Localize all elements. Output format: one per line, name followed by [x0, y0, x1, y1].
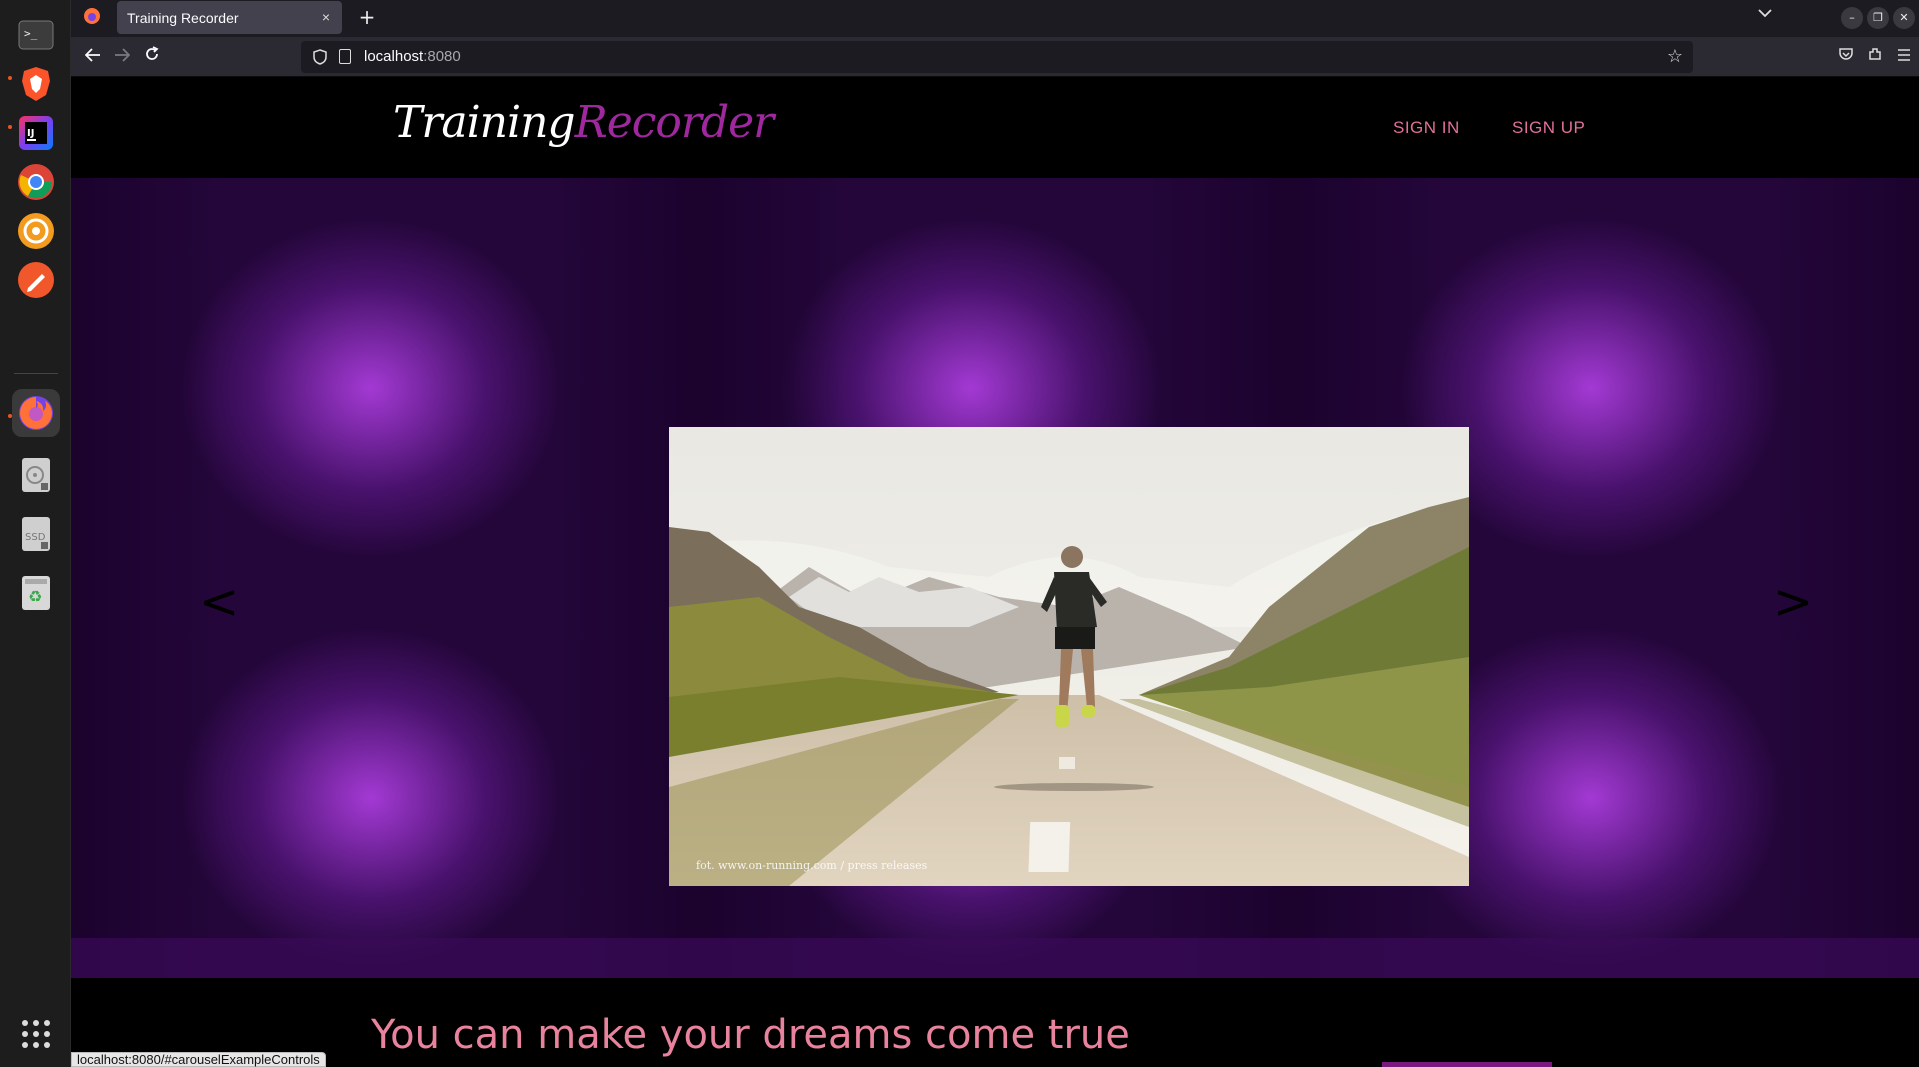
firefox-view-icon[interactable] — [83, 7, 101, 29]
page-icon — [339, 49, 351, 64]
tab-title: Training Recorder — [127, 9, 239, 26]
close-icon[interactable]: × — [318, 9, 334, 25]
ubuntu-dock: >_ IJ SSD ♻ — [0, 0, 71, 1067]
url-bar[interactable]: localhost:8080 ☆ — [301, 41, 1693, 73]
navigation-toolbar: localhost:8080 ☆ — [71, 37, 1919, 77]
window-close-icon[interactable]: ✕ — [1893, 7, 1915, 29]
link-status-tooltip: localhost:8080/#carouselExampleControls — [71, 1052, 326, 1067]
carousel-band — [71, 938, 1919, 978]
runner-landscape-image: fot. www.on-running.com / press releases — [669, 427, 1469, 886]
extensions-icon[interactable] — [1864, 46, 1886, 68]
url-text[interactable]: localhost:8080 — [364, 48, 461, 65]
site-header: TrainingRecorder SIGN IN SIGN UP — [71, 77, 1919, 178]
reload-icon[interactable] — [141, 46, 163, 68]
firefox-icon[interactable] — [12, 389, 60, 437]
logo-training: Training — [393, 97, 576, 148]
hero-tagline: You can make your dreams come true — [371, 1012, 1130, 1058]
paw-icon[interactable] — [12, 207, 60, 255]
trash-icon[interactable]: ♻ — [12, 569, 60, 617]
url-host: localhost — [364, 48, 424, 65]
ssd-icon[interactable]: SSD — [12, 510, 60, 558]
menu-icon[interactable] — [1893, 46, 1915, 68]
terminal-icon[interactable]: >_ — [12, 11, 60, 59]
dock-separator — [14, 373, 58, 374]
tab-bar: Training Recorder × + – ❐ ✕ — [71, 0, 1919, 37]
minimize-icon[interactable]: – — [1841, 7, 1863, 29]
svg-text:♻: ♻ — [28, 587, 42, 606]
svg-text:SSD: SSD — [25, 532, 46, 543]
browser-tab[interactable]: Training Recorder × — [117, 1, 342, 34]
chevron-down-icon[interactable] — [1758, 6, 1772, 22]
site-logo[interactable]: TrainingRecorder — [393, 97, 775, 148]
web-page: TrainingRecorder SIGN IN SIGN UP < > fot… — [71, 77, 1919, 1067]
carousel-slide-image: fot. www.on-running.com / press releases — [669, 427, 1469, 886]
logo-recorder: Recorder — [574, 97, 775, 148]
back-icon[interactable] — [82, 46, 104, 68]
forward-icon[interactable] — [111, 46, 133, 68]
brave-icon[interactable] — [12, 60, 60, 108]
app-grid-icon[interactable] — [12, 1010, 60, 1058]
restore-icon[interactable]: ❐ — [1867, 7, 1889, 29]
intellij-icon[interactable]: IJ — [12, 109, 60, 157]
pocket-icon[interactable] — [1835, 46, 1857, 68]
sign-in-link[interactable]: SIGN IN — [1393, 118, 1460, 138]
new-tab-button[interactable]: + — [355, 5, 379, 29]
svg-text:>_: >_ — [24, 27, 38, 40]
section-accent-bar — [1382, 1062, 1552, 1067]
shield-icon[interactable] — [313, 49, 327, 65]
url-port: :8080 — [423, 48, 461, 65]
carousel-prev-button[interactable]: < — [199, 578, 239, 626]
editor-icon[interactable] — [12, 256, 60, 304]
svg-text:IJ: IJ — [27, 128, 34, 139]
carousel-next-button[interactable]: > — [1773, 578, 1813, 626]
bookmark-star-icon[interactable]: ☆ — [1667, 46, 1683, 67]
chrome-icon[interactable] — [12, 158, 60, 206]
slide-caption: fot. www.on-running.com / press releases — [696, 859, 928, 872]
disk-icon[interactable] — [12, 451, 60, 499]
sign-up-link[interactable]: SIGN UP — [1512, 118, 1585, 138]
